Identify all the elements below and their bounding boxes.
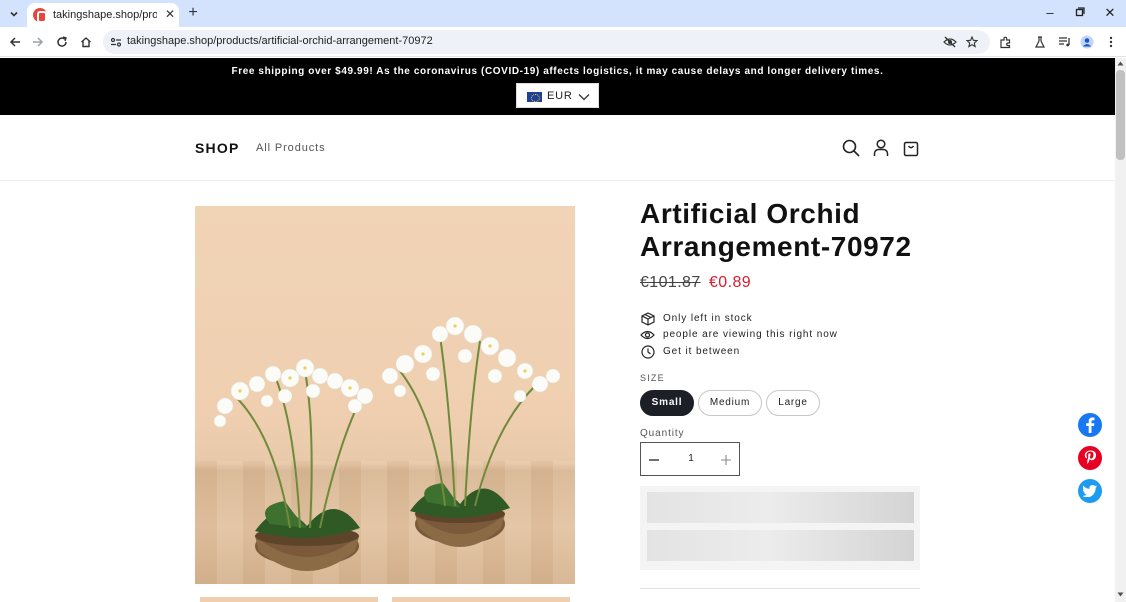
quantity-input[interactable]: 1 — [681, 453, 701, 464]
increase-quantity-button[interactable] — [717, 451, 735, 469]
payment-buttons-placeholder — [640, 486, 920, 570]
forward-icon[interactable] — [29, 33, 47, 51]
facebook-icon[interactable] — [1078, 413, 1102, 437]
scrollbar-thumb[interactable] — [1116, 70, 1125, 160]
media-icon[interactable] — [1055, 33, 1073, 51]
search-icon[interactable] — [840, 137, 862, 159]
restore-icon[interactable] — [1070, 4, 1090, 22]
divider — [640, 588, 920, 589]
new-tab-icon[interactable]: + — [185, 5, 201, 21]
star-icon[interactable] — [964, 34, 980, 50]
reload-icon[interactable] — [53, 33, 71, 51]
stock-info: Only left in stock — [640, 311, 900, 327]
labs-icon[interactable] — [1031, 33, 1049, 51]
browser-tab[interactable]: takingshape.shop/products/arti ✕ — [27, 3, 179, 27]
close-window-icon[interactable]: ✕ — [1100, 4, 1120, 22]
browser-toolbar: takingshape.shop/products/artificial-orc… — [0, 27, 1126, 57]
product-thumbnail[interactable] — [392, 597, 570, 602]
add-to-cart-placeholder[interactable] — [647, 492, 914, 523]
size-option-large[interactable]: Large — [766, 390, 820, 416]
tab-title: takingshape.shop/products/arti — [53, 9, 157, 21]
eye-off-icon[interactable] — [942, 34, 958, 50]
size-option-medium[interactable]: Medium — [698, 390, 762, 416]
minimize-icon[interactable]: – — [1040, 4, 1060, 22]
delivery-text: Get it between — [663, 346, 741, 357]
menu-icon[interactable] — [1102, 33, 1120, 51]
stock-text: Only left in stock — [663, 313, 753, 324]
eu-flag-icon — [527, 92, 542, 102]
delivery-info: Get it between — [640, 344, 900, 360]
announcement-text: Free shipping over $49.99! As the corona… — [231, 66, 884, 77]
tab-search-icon[interactable] — [5, 5, 23, 23]
compare-price: €101.87 — [640, 274, 701, 291]
profile-icon[interactable] — [1078, 33, 1096, 51]
currency-selector[interactable]: EUR — [516, 83, 599, 108]
site-header: SHOP All Products — [0, 115, 1115, 181]
url-text: takingshape.shop/products/artificial-orc… — [127, 35, 433, 47]
quantity-stepper: 1 — [640, 442, 740, 476]
account-icon[interactable] — [870, 137, 892, 159]
favicon — [33, 8, 47, 23]
cart-icon[interactable] — [900, 137, 922, 159]
tab-strip: takingshape.shop/products/arti ✕ + – ✕ — [0, 0, 1126, 27]
viewers-info: people are viewing this right now — [640, 327, 900, 343]
size-option-small[interactable]: Small — [640, 390, 694, 416]
pinterest-icon[interactable] — [1078, 446, 1102, 470]
home-icon[interactable] — [77, 33, 95, 51]
sale-price: €0.89 — [709, 274, 752, 291]
quantity-label: Quantity — [640, 428, 685, 439]
eye-icon — [640, 327, 655, 342]
box-icon — [640, 311, 655, 326]
address-bar[interactable]: takingshape.shop/products/artificial-orc… — [103, 30, 990, 54]
size-label: SIZE — [640, 373, 665, 383]
back-icon[interactable] — [6, 33, 24, 51]
scroll-up-icon[interactable] — [1117, 60, 1124, 67]
extensions-icon[interactable] — [996, 33, 1014, 51]
decrease-quantity-button[interactable] — [645, 451, 663, 469]
product-thumbnail[interactable] — [200, 597, 378, 602]
product-title: Artificial Orchid Arrangement-70972 — [640, 198, 912, 262]
viewers-text: people are viewing this right now — [663, 329, 838, 340]
currency-code: EUR — [547, 90, 573, 102]
scroll-down-icon[interactable] — [1117, 591, 1124, 598]
nav-all-products[interactable]: All Products — [256, 142, 326, 154]
clock-icon — [640, 344, 655, 359]
buy-now-placeholder[interactable] — [647, 530, 914, 561]
product-image[interactable] — [195, 206, 575, 584]
chevron-down-icon — [578, 89, 590, 107]
close-icon[interactable]: ✕ — [163, 7, 177, 21]
announcement-bar: Free shipping over $49.99! As the corona… — [0, 58, 1115, 115]
site-logo[interactable]: SHOP — [195, 140, 239, 156]
site-info-icon[interactable] — [110, 35, 122, 53]
twitter-icon[interactable] — [1078, 479, 1102, 503]
